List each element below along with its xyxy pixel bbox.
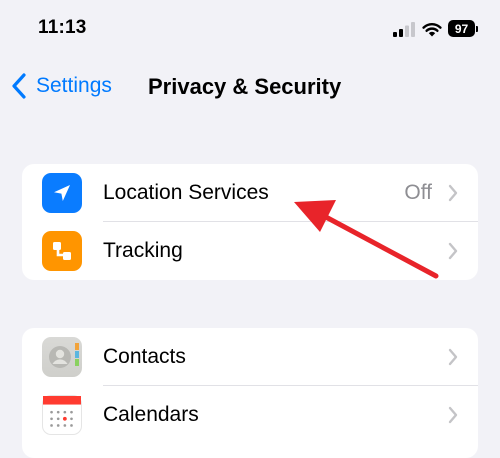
wifi-icon: [422, 22, 442, 36]
status-icons: 97: [392, 20, 478, 37]
battery-tip: [476, 25, 478, 32]
row-tracking[interactable]: Tracking: [22, 222, 478, 280]
row-value: Off: [404, 181, 432, 204]
battery-indicator: 97: [448, 20, 478, 37]
row-label: Tracking: [103, 239, 183, 262]
contacts-icon: [42, 337, 82, 377]
row-label: Contacts: [103, 345, 186, 368]
chevron-right-icon: [448, 348, 458, 366]
row-location-services[interactable]: Location Services Off: [22, 164, 478, 222]
back-button[interactable]: Settings: [10, 72, 112, 100]
settings-group-location: Location Services Off Tracking: [22, 164, 478, 280]
tracking-icon: [42, 231, 82, 271]
row-calendars[interactable]: Calendars: [22, 386, 478, 444]
calendar-icon: [42, 395, 82, 435]
page-title: Privacy & Security: [148, 74, 342, 99]
status-bar: 11:13 97: [0, 0, 500, 58]
back-button-label: Settings: [36, 74, 112, 97]
chevron-left-icon: [12, 73, 26, 99]
row-label: Calendars: [103, 403, 199, 426]
status-time: 11:13: [38, 17, 87, 38]
chevron-right-icon: [448, 242, 458, 260]
cellular-signal-icon: [393, 21, 415, 37]
battery-level: 97: [448, 20, 475, 37]
location-arrow-icon: [42, 173, 82, 213]
chevron-right-icon: [448, 184, 458, 202]
settings-group-permissions: Contacts Calendars: [22, 328, 478, 458]
row-contacts[interactable]: Contacts: [22, 328, 478, 386]
chevron-right-icon: [448, 406, 458, 424]
navigation-bar: Settings Privacy & Security: [0, 66, 500, 110]
row-label: Location Services: [103, 181, 269, 204]
